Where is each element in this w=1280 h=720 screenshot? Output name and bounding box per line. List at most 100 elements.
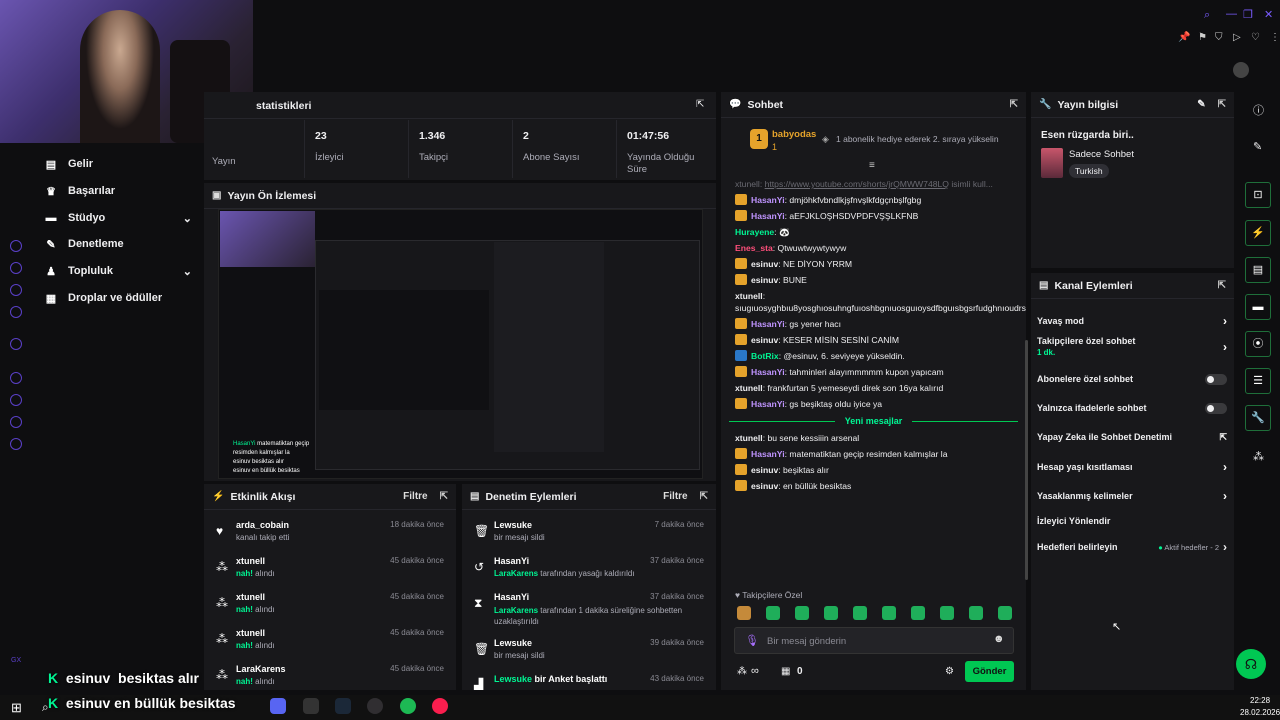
action-sub-only[interactable]: Abonelere özel sohbet [1037, 370, 1227, 388]
bookmark-icon[interactable]: ⚑ [1198, 32, 1207, 43]
popout-icon[interactable]: ⇱ [696, 99, 704, 110]
popout-icon[interactable]: ⇱ [440, 491, 448, 502]
rail-icon[interactable] [10, 416, 22, 428]
emote-icon[interactable] [911, 606, 925, 620]
moderation-row[interactable]: 🗑 Lewsuke bir mesajı sildi 7 dakika önce [462, 516, 716, 552]
chat-username[interactable]: esinuv [751, 481, 778, 491]
chat-username[interactable]: HasanYi [751, 399, 785, 409]
moderation-filter-button[interactable]: Filtre [663, 491, 687, 502]
emote-icon[interactable] [998, 606, 1012, 620]
action-banned-words[interactable]: Yasaklanmış kelimeler › [1037, 487, 1227, 505]
more-icon[interactable]: ⋮ [1270, 32, 1280, 43]
moderation-row[interactable]: ▟ Lewsuke bir Anket başlattı 43 dakika önc… [462, 670, 716, 690]
rail-chat-button[interactable]: ▬ [1245, 294, 1271, 320]
rail-points-icon[interactable]: ⁂ [1253, 450, 1264, 463]
emote-icon[interactable] [940, 606, 954, 620]
action-ai-moderation[interactable]: Yapay Zeka ile Sohbet Denetimi ⇱ [1037, 428, 1227, 446]
steam-icon[interactable] [335, 698, 351, 714]
pinned-gift-banner[interactable]: 1 babyodas 1 ◈ 1 abonelik hediye ederek … [721, 120, 1026, 160]
emote-icon[interactable] [882, 606, 896, 620]
sidebar-item-studyo[interactable]: ▬ Stüdyo ⌄ [44, 208, 193, 228]
chat-username[interactable]: Enes_sta [735, 243, 773, 253]
sub-only-toggle[interactable] [1205, 373, 1227, 385]
chat-settings-icon[interactable]: ⚙ [945, 666, 954, 677]
sidebar-item-topluluk[interactable]: ♟ Topluluk ⌄ [44, 261, 192, 281]
play-icon[interactable]: ▷ [1233, 32, 1241, 43]
info-icon[interactable]: ⓘ [1253, 102, 1264, 118]
emote-icon[interactable] [824, 606, 838, 620]
emote-icon[interactable] [737, 606, 751, 620]
action-account-age[interactable]: Hesap yaşı kısıtlaması › [1037, 458, 1227, 476]
search-icon[interactable]: ⌕ [1204, 9, 1210, 22]
action-redirect-viewers[interactable]: İzleyici Yönlendir [1037, 512, 1227, 530]
activity-row[interactable]: ♥ arda_cobain kanalı takip etti 18 dakika ö… [204, 516, 456, 552]
rail-bolt-button[interactable]: ⚡ [1245, 220, 1271, 246]
emote-icon[interactable] [795, 606, 809, 620]
rail-icon[interactable] [10, 262, 22, 274]
action-slow-mode[interactable]: Yavaş mod › [1037, 312, 1227, 330]
rail-icon[interactable] [10, 438, 22, 450]
chat-username[interactable]: Hurayene [735, 227, 774, 237]
restore-icon[interactable]: ❐ [1243, 8, 1253, 21]
action-emote-only[interactable]: Yalnızca ifadelerle sohbet [1037, 399, 1227, 417]
rail-doc-button[interactable]: ▤ [1245, 257, 1271, 283]
emote-icon[interactable] [766, 606, 780, 620]
chat-username[interactable]: BotRix [751, 351, 779, 361]
popout-icon[interactable]: ⇱ [700, 491, 708, 502]
chat-input-box[interactable]: 🎙 Bir mesaj gönderin ☻ [734, 627, 1014, 654]
epic-icon[interactable] [303, 698, 319, 714]
popout-icon[interactable]: ⇱ [1218, 280, 1226, 291]
rail-wrench-button[interactable]: 🔧 [1245, 405, 1271, 431]
chat-username[interactable]: xtunell [735, 433, 763, 443]
rail-broadcast-button[interactable]: ⦿ [1245, 331, 1271, 357]
pencil-icon[interactable]: ✎ [1253, 140, 1262, 153]
chat-scrollbar[interactable] [1025, 340, 1028, 580]
chat-username[interactable]: esinuv [751, 275, 778, 285]
moderation-row[interactable]: ⧗ HasanYi LaraKarens tarafından 1 dakika s… [462, 588, 716, 634]
emote-icon[interactable] [969, 606, 983, 620]
rail-list-button[interactable]: ☰ [1245, 368, 1271, 394]
activity-row[interactable]: ⁂ xtunell nah! alındı 45 dakika önce [204, 588, 456, 624]
sidebar-item-droplar[interactable]: ▦ Droplar ve ödüller [44, 288, 162, 308]
send-button[interactable]: Gönder [965, 661, 1014, 682]
edit-icon[interactable]: ✎ [1197, 99, 1205, 110]
tag-pill[interactable]: Turkish [1069, 164, 1109, 178]
gift-box-icon[interactable]: ▦ [781, 666, 790, 677]
rail-icon[interactable] [10, 372, 22, 384]
emote-only-toggle[interactable] [1205, 402, 1227, 414]
shield-icon[interactable]: ⛉ [1215, 32, 1223, 43]
chat-username[interactable]: esinuv [751, 335, 778, 345]
avatar[interactable] [1233, 62, 1249, 78]
mic-icon[interactable]: 🎙 [745, 634, 759, 647]
points-icon[interactable]: ⁂ [737, 666, 747, 677]
emote-icon[interactable] [853, 606, 867, 620]
rail-icon[interactable] [10, 240, 22, 252]
chat-username[interactable]: HasanYi [751, 319, 785, 329]
discord-icon[interactable] [270, 698, 286, 714]
chat-username[interactable]: HasanYi [751, 449, 785, 459]
popout-icon[interactable]: ⇱ [1218, 99, 1226, 110]
emoji-icon[interactable]: ☻ [993, 633, 1005, 645]
activity-row[interactable]: ⁂ LaraKarens nah! alındı 45 dakika önce [204, 660, 456, 690]
action-set-goals[interactable]: Hedefleri belirleyin ● Aktif hedefler - 2… [1037, 538, 1227, 556]
rail-icon[interactable] [10, 284, 22, 296]
rail-camera-button[interactable]: ⊡ [1245, 182, 1271, 208]
minimize-icon[interactable]: — [1226, 8, 1237, 20]
heart-icon[interactable]: ♡ [1251, 32, 1260, 43]
rail-icon[interactable] [10, 338, 22, 350]
preview-video[interactable]: HasanYi matematiktan geçip resimden kalm… [218, 209, 703, 479]
chat-username[interactable]: esinuv [751, 259, 778, 269]
chat-username[interactable]: esinuv [751, 465, 778, 475]
sidebar-item-denetleme[interactable]: ✎ Denetleme [44, 234, 123, 254]
moderation-row[interactable]: 🗑 Lewsuke bir mesajı sildi 39 dakika önce [462, 634, 716, 670]
activity-row[interactable]: ⁂ xtunell nah! alındı 45 dakika önce [204, 552, 456, 588]
chat-username[interactable]: xtunell [735, 383, 763, 393]
popout-icon[interactable]: ⇱ [1010, 99, 1018, 110]
chat-username[interactable]: HasanYi [751, 195, 785, 205]
activity-row[interactable]: ⁂ xtunell nah! alındı 45 dakika önce [204, 624, 456, 660]
sidebar-item-gelir[interactable]: ▤ Gelir [44, 154, 93, 174]
sidebar-item-basarilar[interactable]: ♛ Başarılar [44, 181, 115, 201]
chat-username[interactable]: HasanYi [751, 211, 785, 221]
obs-icon[interactable] [367, 698, 383, 714]
chat-username[interactable]: HasanYi [751, 367, 785, 377]
